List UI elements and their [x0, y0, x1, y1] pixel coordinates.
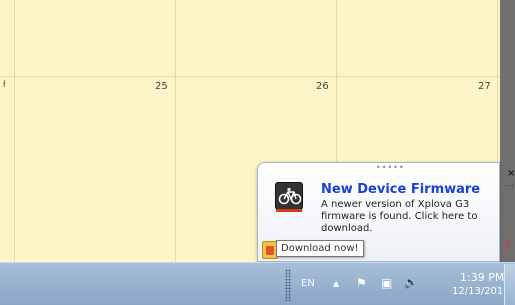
day-number-27[interactable]: 27 [478, 81, 491, 92]
red-mark-icon: / [505, 237, 511, 253]
icon-accent-bar [276, 209, 302, 212]
grid-line [0, 76, 500, 77]
taskbar-grip[interactable] [285, 269, 291, 301]
network-icon[interactable]: ▣ [381, 276, 392, 290]
balloon-grip: ••••• [376, 163, 405, 172]
grid-line [175, 0, 176, 262]
tooltip: Download now! [276, 240, 364, 257]
bicycle-icon [275, 182, 303, 210]
day-number-26[interactable]: 26 [316, 81, 329, 92]
balloon-message[interactable]: A newer version of Xplova G3 firmware is… [321, 199, 491, 235]
grid-line [14, 0, 15, 262]
clock-time[interactable]: 1:39 PM [460, 271, 504, 284]
partial-day-number: ł [3, 80, 6, 90]
volume-muted-icon[interactable]: 🔈 [404, 276, 418, 289]
day-number-25[interactable]: 25 [155, 81, 168, 92]
language-indicator[interactable]: EN [301, 278, 315, 289]
action-center-flag-icon[interactable]: ⚑ [356, 276, 367, 290]
clock-date[interactable]: 12/13/2010 [452, 286, 510, 297]
taskbar: EN ▲ ⚑ ▣ 🔈 1:39 PM 12/13/2010 [0, 262, 515, 305]
show-desktop-button[interactable] [504, 264, 515, 305]
close-icon[interactable]: × [507, 168, 515, 179]
show-hidden-icons-icon[interactable]: ▲ [333, 279, 339, 288]
balloon-title[interactable]: New Device Firmware [321, 182, 480, 197]
pin-icon[interactable]: ⊣ [505, 181, 514, 192]
window-edge [500, 0, 515, 262]
